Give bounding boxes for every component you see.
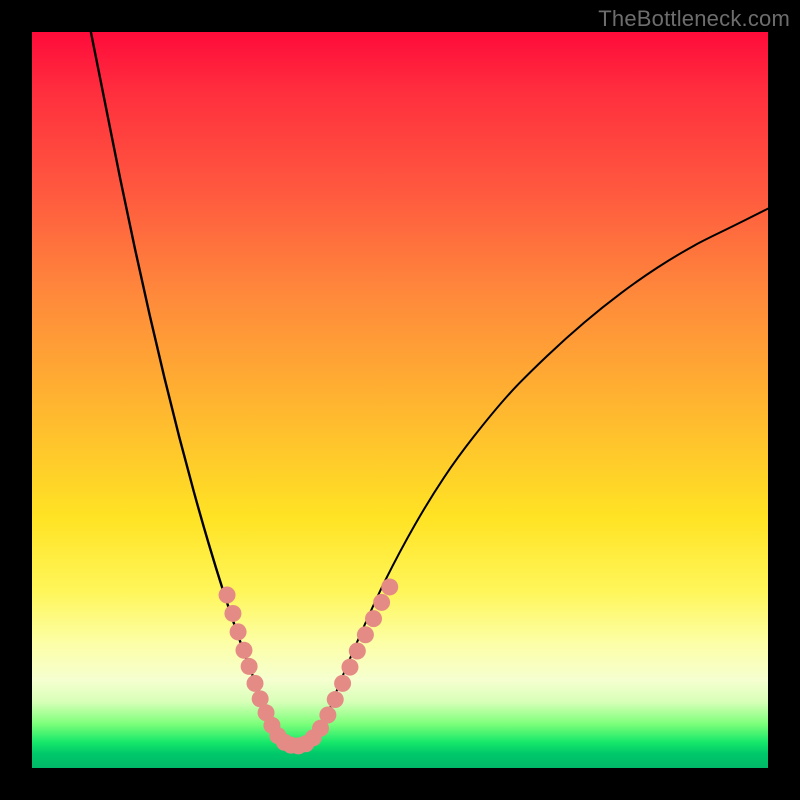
highlight-dot (319, 707, 336, 724)
highlight-dot (224, 605, 241, 622)
highlight-dot (357, 626, 374, 643)
highlight-dot (341, 659, 358, 676)
highlight-dot (349, 642, 366, 659)
highlight-dot (235, 642, 252, 659)
highlight-dot (247, 675, 264, 692)
bottleneck-curve-right (297, 209, 768, 746)
highlight-dot (334, 675, 351, 692)
marker-group (219, 578, 399, 754)
plot-area (32, 32, 768, 768)
highlight-dot (219, 587, 236, 604)
highlight-dot (381, 578, 398, 595)
highlight-dot (241, 658, 258, 675)
highlight-dot (327, 691, 344, 708)
highlight-dot (230, 623, 247, 640)
chart-frame: TheBottleneck.com (0, 0, 800, 800)
highlight-dot (373, 594, 390, 611)
highlight-dot (365, 610, 382, 627)
curve-layer (32, 32, 768, 768)
bottleneck-curve-left (91, 32, 297, 746)
watermark-text: TheBottleneck.com (598, 6, 790, 32)
